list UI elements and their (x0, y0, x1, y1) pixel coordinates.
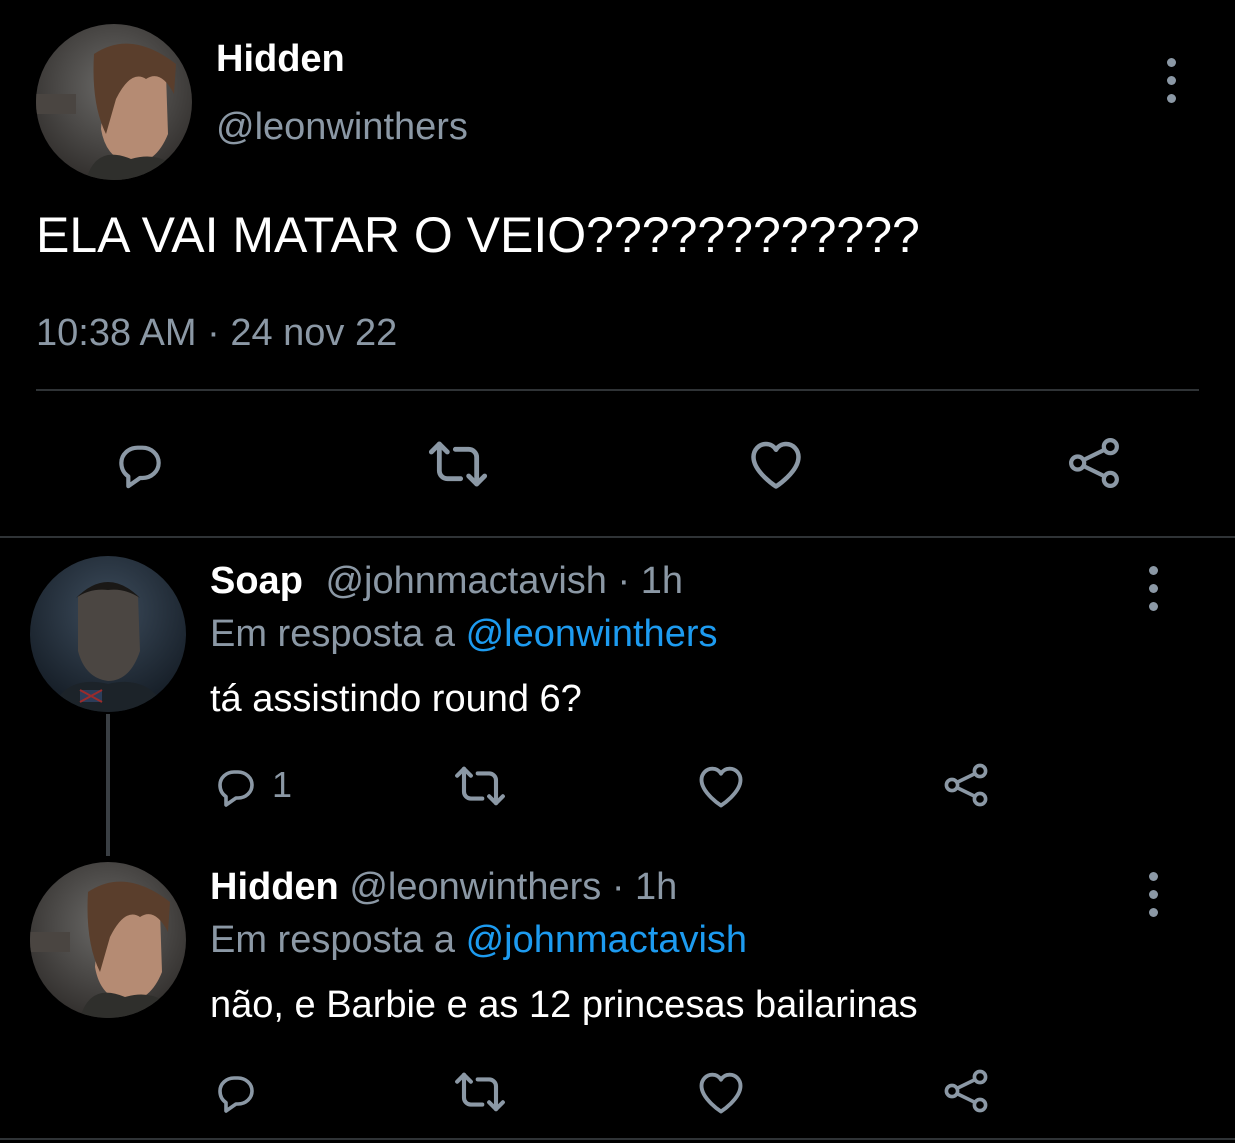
retweet-icon[interactable] (452, 762, 508, 810)
reply-separator: · (611, 866, 625, 908)
like-icon[interactable] (695, 762, 747, 810)
more-options-icon[interactable] (1165, 58, 1177, 103)
reply-author-handle[interactable]: @leonwinthers (349, 866, 601, 908)
reply-author-name[interactable]: Hidden (210, 866, 339, 908)
reply-time[interactable]: 1h (635, 866, 677, 908)
thread-connector-line (106, 714, 110, 856)
author-name[interactable]: Hidden (216, 38, 345, 81)
divider (36, 389, 1199, 391)
reply-prefix: Em resposta a (210, 613, 455, 655)
reply-context: Em resposta a @johnmactavish (210, 919, 747, 962)
avatar-image (30, 862, 186, 1018)
avatar-image (30, 556, 186, 712)
reply-header: Soap @johnmactavish · 1h (210, 560, 683, 603)
more-options-icon[interactable] (1147, 566, 1159, 611)
retweet-icon[interactable] (452, 1068, 508, 1116)
reply-to-link[interactable]: @leonwinthers (466, 613, 718, 655)
author-handle[interactable]: @leonwinthers (216, 106, 468, 149)
tweet-time[interactable]: 10:38 AM (36, 312, 197, 354)
reply-time[interactable]: 1h (641, 560, 683, 602)
reply-text: não, e Barbie e as 12 princesas bailarin… (210, 984, 918, 1026)
reply-header: Hidden @leonwinthers · 1h (210, 866, 677, 909)
share-icon[interactable] (942, 760, 990, 810)
like-icon[interactable] (695, 1068, 747, 1116)
share-icon[interactable] (942, 1066, 990, 1116)
reply-context: Em resposta a @leonwinthers (210, 613, 717, 656)
reply-text: tá assistindo round 6? (210, 678, 582, 720)
reply-prefix: Em resposta a (210, 919, 455, 961)
section-divider (0, 536, 1235, 538)
tweet-date[interactable]: 24 nov 22 (230, 312, 397, 354)
avatar-image (36, 24, 192, 180)
share-icon[interactable] (1066, 434, 1122, 492)
reply-author-name[interactable]: Soap (210, 560, 303, 602)
reply-icon[interactable] (112, 436, 168, 492)
timestamp-separator: · (207, 312, 220, 354)
more-options-icon[interactable] (1147, 872, 1159, 917)
avatar-main-author[interactable] (36, 24, 192, 180)
tweet-text: ELA VAI MATAR O VEIO???????????? (36, 207, 920, 263)
reply-icon[interactable] (212, 1068, 260, 1116)
bottom-divider (0, 1138, 1235, 1140)
like-icon[interactable] (746, 436, 806, 492)
reply-to-link[interactable]: @johnmactavish (466, 919, 747, 961)
reply-count: 1 (272, 764, 293, 805)
reply-separator: · (617, 560, 631, 602)
avatar-reply-author[interactable] (30, 862, 186, 1018)
reply-author-handle[interactable]: @johnmactavish (325, 560, 606, 602)
tweet-timestamp: 10:38 AM · 24 nov 22 (36, 312, 397, 355)
avatar-reply-author[interactable] (30, 556, 186, 712)
reply-icon[interactable] (212, 762, 260, 810)
retweet-icon[interactable] (426, 436, 490, 492)
